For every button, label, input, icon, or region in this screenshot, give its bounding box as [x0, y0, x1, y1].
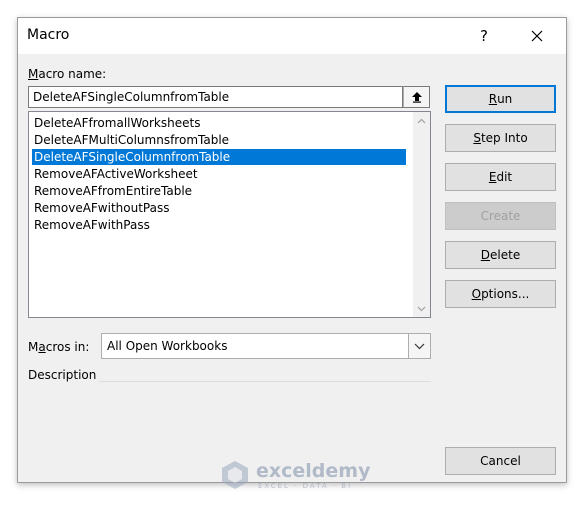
list-item-selected[interactable]: DeleteAFSingleColumnfromTable	[32, 149, 406, 165]
list-item[interactable]: RemoveAFwithPass	[32, 217, 150, 233]
arrow-up-icon	[411, 92, 422, 103]
macros-in-select[interactable]: All Open Workbooks	[101, 333, 431, 359]
watermark-tagline: EXCEL · DATA · BI	[258, 482, 353, 490]
chevron-down-icon	[417, 306, 426, 311]
scroll-up-button[interactable]	[413, 112, 430, 129]
list-item[interactable]: RemoveAFfromEntireTable	[32, 183, 192, 199]
help-button[interactable]: ?	[461, 18, 507, 54]
help-icon: ?	[480, 27, 488, 45]
macros-in-dropdown-button[interactable]	[408, 334, 430, 358]
chevron-up-icon	[417, 118, 426, 123]
dialog-title: Macro	[27, 27, 70, 43]
scroll-down-button[interactable]	[413, 300, 430, 317]
list-item[interactable]: RemoveAFwithoutPass	[32, 200, 169, 216]
macro-name-label: Macro name:	[28, 67, 107, 81]
exceldemy-logo-icon	[222, 461, 248, 489]
close-icon	[531, 30, 543, 42]
list-item[interactable]: DeleteAFfromallWorksheets	[32, 115, 200, 131]
close-button[interactable]	[514, 18, 560, 54]
step-into-button[interactable]: Step Into	[445, 124, 556, 152]
macro-dialog: Macro ? Macro name: DeleteAFfromallWorks…	[17, 17, 567, 490]
macro-name-input[interactable]	[28, 86, 403, 108]
description-label: Description	[28, 368, 97, 382]
chevron-down-icon	[414, 343, 425, 349]
options-button[interactable]: Options...	[445, 280, 556, 308]
macros-in-value: All Open Workbooks	[107, 339, 228, 353]
macros-in-label: Macros in:	[28, 340, 90, 354]
exceldemy-watermark: exceldemy EXCEL · DATA · BI	[218, 458, 371, 492]
create-button[interactable]: Create	[445, 202, 556, 230]
macro-list[interactable]: DeleteAFfromallWorksheets DeleteAFMultiC…	[28, 111, 431, 318]
list-item[interactable]: DeleteAFMultiColumnsfromTable	[32, 132, 229, 148]
collapse-dialog-button[interactable]	[403, 86, 430, 108]
description-divider	[99, 381, 431, 382]
watermark-name: exceldemy	[256, 460, 371, 482]
title-bar: Macro ?	[18, 18, 566, 54]
list-scrollbar[interactable]	[413, 112, 430, 317]
cancel-button[interactable]: Cancel	[445, 447, 556, 475]
edit-button[interactable]: Edit	[445, 163, 556, 191]
run-button[interactable]: Run	[445, 85, 556, 113]
list-item[interactable]: RemoveAFActiveWorksheet	[32, 166, 198, 182]
delete-button[interactable]: Delete	[445, 241, 556, 269]
